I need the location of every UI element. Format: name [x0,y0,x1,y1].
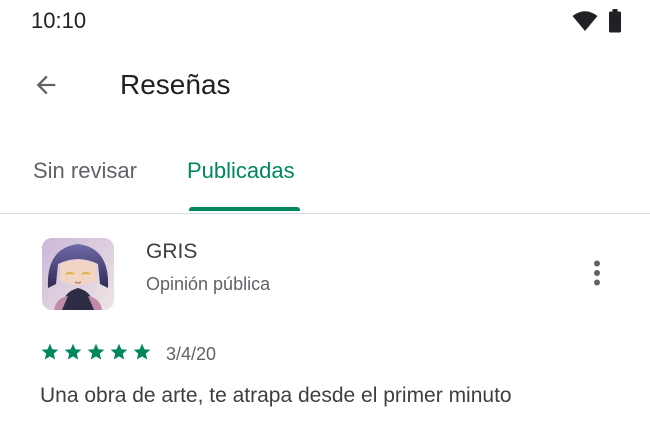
tab-selected-indicator [189,207,300,211]
arrow-back-icon [32,71,60,104]
review-text: Una obra de arte, te atrapa desde el pri… [40,384,512,407]
wifi-icon [572,10,598,37]
review-type-label: Opinión pública [146,274,271,294]
tab-bar: Sin revisar Publicadas [0,140,650,214]
status-bar: 10:10 [0,0,650,42]
app-icon[interactable] [42,238,114,310]
star-rating [40,342,152,367]
star-icon [40,342,60,367]
app-name: GRIS [146,240,198,263]
tab-published[interactable]: Publicadas [187,158,295,184]
review-date: 3/4/20 [166,343,217,364]
star-icon [63,342,83,367]
star-icon [132,342,152,367]
status-time: 10:10 [31,8,87,33]
battery-icon [608,9,622,38]
more-vert-icon [593,260,601,291]
more-options-button[interactable] [582,258,612,292]
tab-unreviewed[interactable]: Sin revisar [33,158,137,184]
rating-row: 3/4/20 [40,342,216,366]
star-icon [86,342,106,367]
status-icons [572,9,622,38]
star-icon [109,342,129,367]
app-bar: Reseñas [0,55,650,119]
review-card: GRIS Opinión pública 3/4/20 Una obra de … [0,214,650,443]
page-title: Reseñas [120,69,231,100]
back-button[interactable] [26,67,66,107]
